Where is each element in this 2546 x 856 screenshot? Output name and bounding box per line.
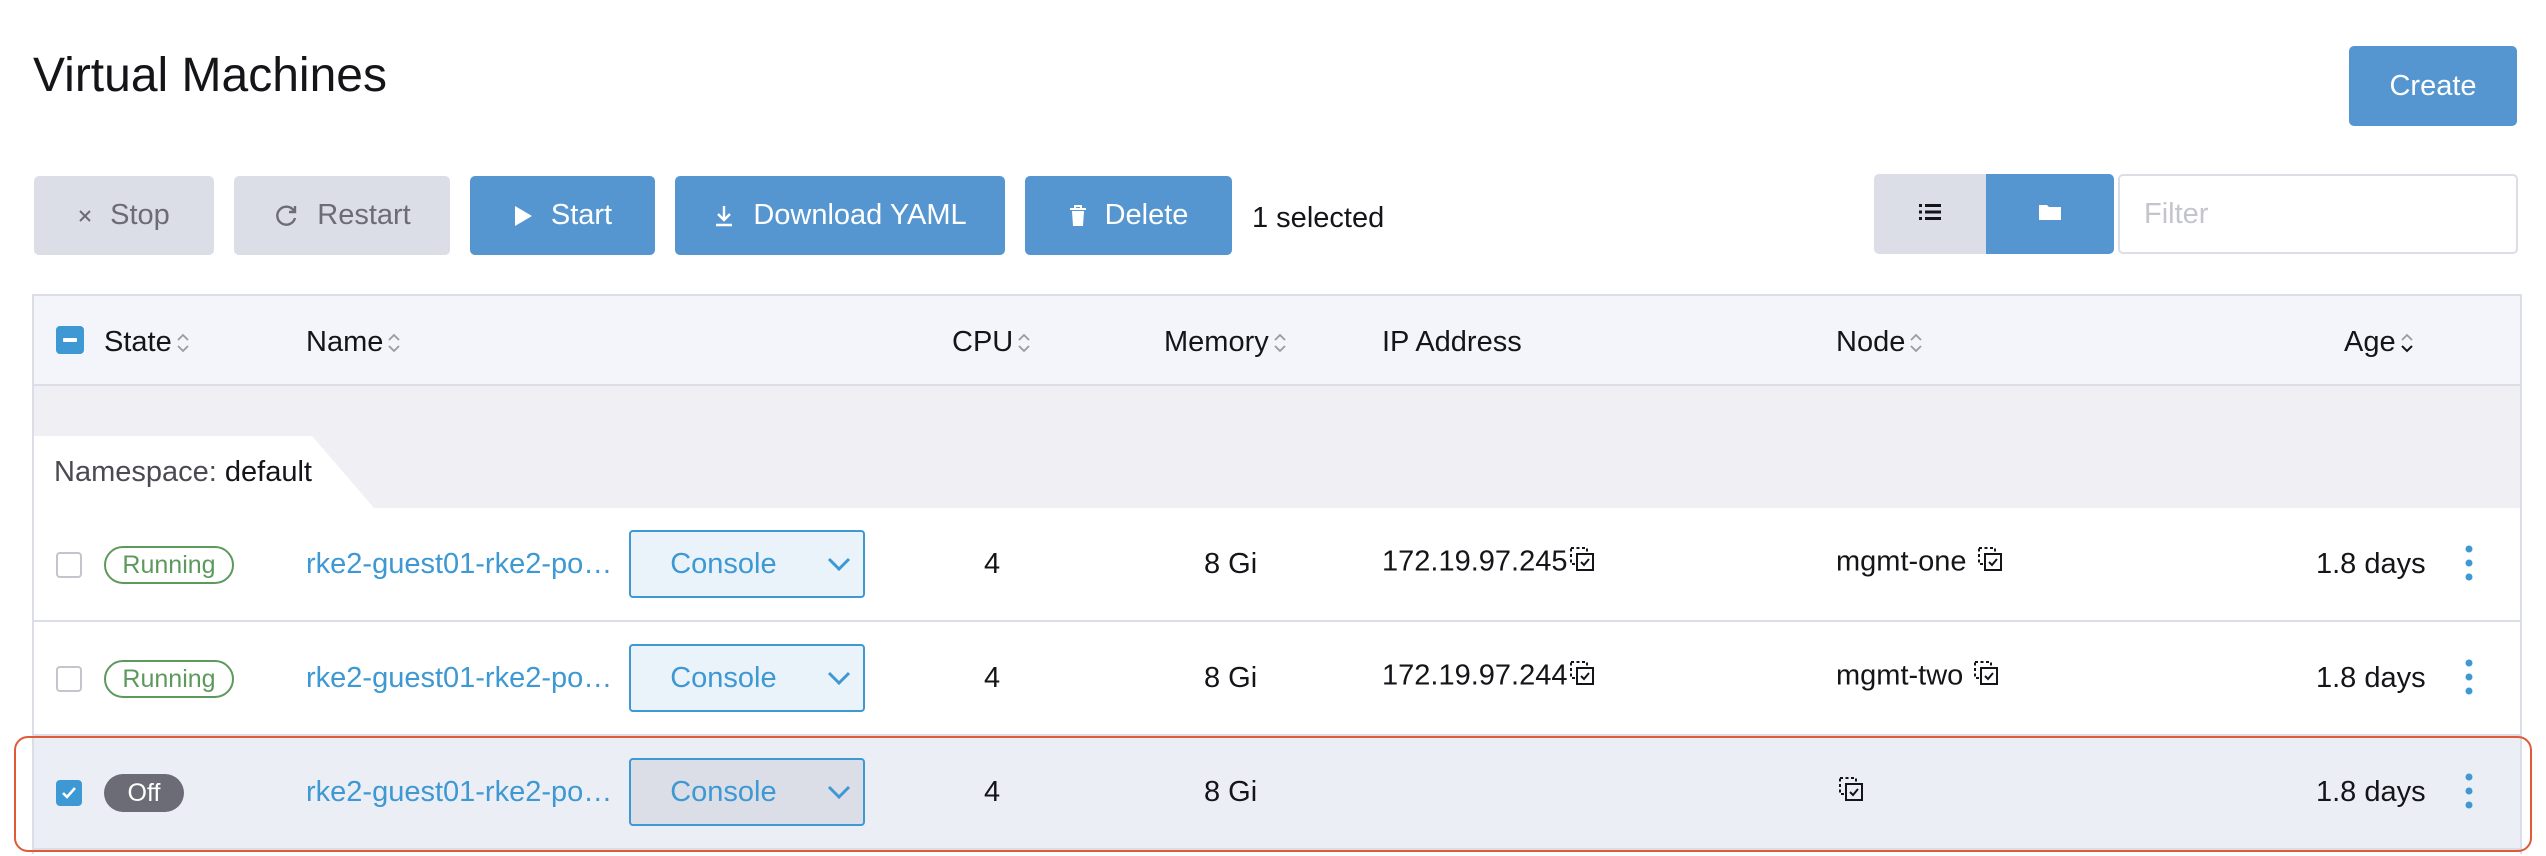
age-value: 1.8 days xyxy=(2316,548,2426,580)
namespace-value: default xyxy=(224,456,312,488)
delete-button-label: Delete xyxy=(1104,199,1189,231)
row-checkbox[interactable] xyxy=(56,780,82,806)
column-state[interactable]: State xyxy=(104,326,190,359)
copy-icon[interactable] xyxy=(1971,658,2001,696)
selection-count: 1 selected xyxy=(1252,202,1385,234)
play-icon xyxy=(513,205,533,227)
sort-icon xyxy=(388,333,400,352)
group-band xyxy=(34,386,2520,508)
sort-icon xyxy=(2400,333,2413,352)
download-icon xyxy=(713,204,735,228)
column-age-label: Age xyxy=(2344,326,2396,358)
chevron-down-icon[interactable] xyxy=(816,646,863,710)
stop-button-label: Stop xyxy=(110,199,170,231)
status-badge: Running xyxy=(104,546,234,584)
start-button[interactable]: Start xyxy=(470,176,655,255)
column-name[interactable]: Name xyxy=(306,326,401,359)
row-checkbox[interactable] xyxy=(56,552,82,578)
memory-value: 8 Gi xyxy=(1204,662,1258,694)
ip-address-value: 172.19.97.245 xyxy=(1382,545,1568,578)
column-ip-address-label: IP Address xyxy=(1382,326,1522,358)
cpu-value: 4 xyxy=(984,548,1001,580)
age-value: 1.8 days xyxy=(2316,776,2426,808)
console-button[interactable]: Console xyxy=(631,646,816,710)
select-all-checkbox[interactable] xyxy=(56,326,84,354)
ip-address-value: 172.19.97.244 xyxy=(1382,659,1568,692)
create-button-label: Create xyxy=(2389,69,2477,102)
column-age[interactable]: Age xyxy=(2344,326,2414,359)
download-yaml-button[interactable]: Download YAML xyxy=(675,176,1005,255)
copy-icon[interactable] xyxy=(1975,544,2005,582)
column-memory-label: Memory xyxy=(1164,326,1269,358)
sort-icon xyxy=(177,333,189,352)
sort-icon xyxy=(1910,333,1922,352)
list-icon xyxy=(1919,203,1941,226)
console-dropdown[interactable]: Console xyxy=(629,530,865,598)
namespace-group-label: Namespace: default xyxy=(54,456,312,489)
column-cpu[interactable]: CPU xyxy=(952,326,1031,359)
create-button[interactable]: Create xyxy=(2349,46,2517,126)
chevron-down-icon[interactable] xyxy=(816,532,863,596)
table-row[interactable]: Running rke2-guest01-rke2-pool... Consol… xyxy=(34,508,2520,622)
status-badge: Running xyxy=(104,660,234,698)
namespace-key: Namespace: xyxy=(54,456,217,488)
column-node-label: Node xyxy=(1836,326,1906,358)
console-dropdown[interactable]: Console xyxy=(629,644,865,712)
column-ip-address: IP Address xyxy=(1382,326,1522,359)
restart-button-label: Restart xyxy=(317,199,411,231)
stop-button[interactable]: Stop xyxy=(34,176,214,255)
page-title: Virtual Machines xyxy=(33,49,387,102)
console-dropdown[interactable]: Console xyxy=(629,758,865,826)
refresh-icon xyxy=(273,203,299,229)
sort-icon xyxy=(1018,333,1030,352)
column-cpu-label: CPU xyxy=(952,326,1014,358)
copy-icon[interactable] xyxy=(1836,774,1866,812)
age-value: 1.8 days xyxy=(2316,662,2426,694)
table-header: State Name CPU Memory IP Address Node Ag… xyxy=(34,296,2520,386)
memory-value: 8 Gi xyxy=(1204,548,1258,580)
copy-icon[interactable] xyxy=(1567,544,1597,582)
restart-button[interactable]: Restart xyxy=(234,176,450,255)
vm-table: State Name CPU Memory IP Address Node Ag… xyxy=(32,294,2522,854)
column-state-label: State xyxy=(104,326,172,358)
more-actions-icon[interactable] xyxy=(2464,772,2474,815)
sort-icon xyxy=(1274,333,1286,352)
console-button[interactable]: Console xyxy=(631,760,816,824)
node-value: mgmt-two xyxy=(1836,659,1964,692)
folder-icon xyxy=(2038,202,2062,227)
chevron-down-icon[interactable] xyxy=(816,760,863,824)
vm-name-link[interactable]: rke2-guest01-rke2-pool... xyxy=(306,548,624,581)
cpu-value: 4 xyxy=(984,662,1001,694)
trash-icon xyxy=(1069,204,1087,227)
console-button[interactable]: Console xyxy=(631,532,816,596)
more-actions-icon[interactable] xyxy=(2464,658,2474,701)
node-value: mgmt-one xyxy=(1836,545,1967,578)
memory-value: 8 Gi xyxy=(1204,776,1258,808)
download-yaml-button-label: Download YAML xyxy=(753,199,967,231)
copy-icon[interactable] xyxy=(1567,658,1597,696)
filter-input[interactable] xyxy=(2118,174,2518,254)
vm-name-link[interactable]: rke2-guest01-rke2-pool... xyxy=(306,662,624,695)
vm-name-link[interactable]: rke2-guest01-rke2-pool... xyxy=(306,776,624,809)
column-memory[interactable]: Memory xyxy=(1164,326,1287,359)
group-by-namespace-button[interactable] xyxy=(1986,174,2114,254)
column-node[interactable]: Node xyxy=(1836,326,1923,359)
close-icon xyxy=(78,209,92,223)
view-toggle xyxy=(1874,174,2114,254)
table-row[interactable]: Running rke2-guest01-rke2-pool... Consol… xyxy=(34,622,2520,736)
row-checkbox[interactable] xyxy=(56,666,82,692)
start-button-label: Start xyxy=(550,199,613,231)
list-view-button[interactable] xyxy=(1874,174,1986,254)
status-badge: Off xyxy=(104,774,184,812)
more-actions-icon[interactable] xyxy=(2464,544,2474,587)
column-name-label: Name xyxy=(306,326,384,358)
table-row[interactable]: Off rke2-guest01-rke2-pool... Console 4 … xyxy=(34,736,2520,850)
cpu-value: 4 xyxy=(984,776,1001,808)
delete-button[interactable]: Delete xyxy=(1025,176,1232,255)
